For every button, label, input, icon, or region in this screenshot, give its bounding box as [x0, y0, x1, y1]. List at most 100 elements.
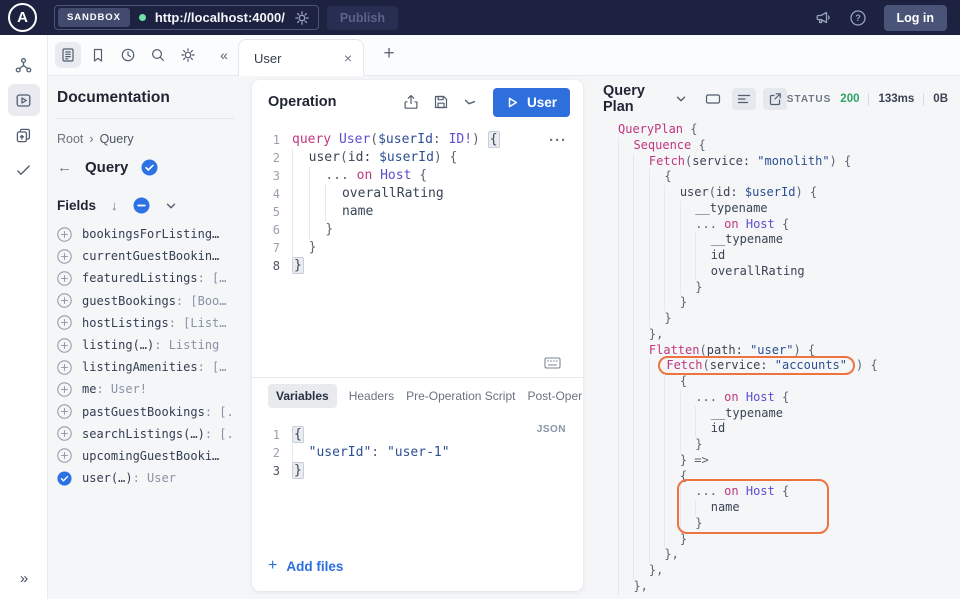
field-add-icon[interactable] [57, 448, 72, 463]
settings-tab-variables[interactable]: Variables [268, 384, 337, 408]
apollo-logo[interactable]: A [8, 3, 37, 32]
field-item[interactable]: currentGuestBookin… [57, 245, 244, 267]
code-line: id [618, 248, 960, 264]
field-item[interactable]: listingAmenities: [… [57, 356, 244, 378]
code-line: } [618, 532, 960, 548]
run-operation-button[interactable]: User [493, 88, 570, 117]
code-token: ( [340, 150, 348, 165]
code-token: user [309, 150, 340, 165]
field-add-icon[interactable] [57, 315, 72, 330]
field-item[interactable]: upcomingGuestBooki… [57, 445, 244, 467]
save-options-chevron-icon[interactable] [463, 96, 475, 108]
code-token: ... [695, 217, 724, 231]
publish-button[interactable]: Publish [327, 6, 398, 30]
field-item[interactable]: featuredListings: [… [57, 267, 244, 289]
schema-graph-icon[interactable] [8, 49, 40, 81]
back-arrow-icon[interactable]: ← [57, 159, 72, 176]
code-line: { [618, 169, 960, 185]
field-add-icon[interactable] [57, 227, 72, 242]
plan-highlight-oval: Fetch(service: "accounts" [658, 356, 855, 375]
fields-chevron-down-icon[interactable] [165, 200, 177, 212]
plan-diagram-view-icon[interactable] [701, 88, 725, 110]
code-token: ) [472, 132, 488, 147]
code-line: }, [618, 327, 960, 343]
field-add-icon[interactable] [57, 404, 72, 419]
query-plan-code: QueryPlan { Sequence { Fetch(service: "m… [595, 122, 960, 595]
code-line: __typename [618, 232, 960, 248]
field-add-icon[interactable] [57, 360, 72, 375]
deselect-all-fields-icon[interactable] [133, 197, 150, 214]
field-add-icon[interactable] [57, 382, 72, 397]
field-item[interactable]: me: User! [57, 378, 244, 400]
documentation-panel-icon[interactable] [55, 42, 81, 68]
keyboard-shortcuts-icon[interactable] [544, 357, 561, 369]
type-selected-check-icon[interactable] [141, 159, 158, 176]
expand-rail-icon[interactable]: » [0, 570, 48, 587]
field-item[interactable]: guestBookings: [Boo… [57, 290, 244, 312]
query-plan-title[interactable]: Query Plan [603, 83, 668, 115]
endpoint-url[interactable]: http://localhost:4000/ [155, 10, 285, 25]
field-add-icon[interactable] [57, 426, 72, 441]
connection-settings-gear-icon[interactable] [294, 10, 310, 26]
field-add-icon[interactable] [57, 338, 72, 353]
field-checked-icon[interactable] [57, 471, 72, 486]
response-view-chevron-icon[interactable] [675, 93, 687, 105]
operation-editor[interactable]: 12345678 query User($userId: ID!) { user… [252, 124, 583, 377]
code-token: ( [709, 185, 716, 199]
collapse-panel-icon[interactable]: « [214, 47, 234, 63]
editor-menu-dots-icon[interactable]: ··· [549, 132, 567, 149]
code-token [739, 217, 746, 231]
divider [868, 93, 869, 106]
sort-fields-icon[interactable]: ↓ [111, 198, 118, 213]
announcements-megaphone-icon[interactable] [814, 9, 832, 27]
open-external-icon[interactable] [763, 88, 787, 110]
help-icon[interactable]: ? [849, 9, 867, 27]
field-name: hostListings: [List… [82, 316, 227, 330]
line-number: 3 [252, 167, 280, 185]
explorer-settings-gear-icon[interactable] [175, 42, 201, 68]
svg-text:?: ? [855, 13, 861, 23]
add-files-button[interactable]: + Add files [268, 557, 343, 575]
settings-tab-post-oper[interactable]: Post-Oper [527, 389, 582, 403]
field-item[interactable]: user(…): User [57, 467, 244, 489]
variables-section[interactable]: JSON 123 { "userId": "user-1"} [252, 414, 583, 480]
share-operation-icon[interactable] [403, 94, 419, 110]
explorer-icon[interactable] [8, 84, 40, 116]
operation-collections-icon[interactable] [8, 119, 40, 151]
field-name: searchListings(…): [. [82, 427, 234, 441]
login-button[interactable]: Log in [884, 5, 948, 31]
field-item[interactable]: hostListings: [List… [57, 312, 244, 334]
operation-tab[interactable]: User × [238, 39, 364, 76]
field-add-icon[interactable] [57, 293, 72, 308]
code-line: Fetch(service: "monolith") { [618, 154, 960, 170]
history-icon[interactable] [115, 42, 141, 68]
save-operation-icon[interactable] [433, 94, 449, 110]
field-name: listing(…): Listing [82, 338, 219, 352]
checks-icon[interactable] [8, 154, 40, 186]
breadcrumb-root[interactable]: Root [57, 132, 83, 146]
field-add-icon[interactable] [57, 271, 72, 286]
code-line: user(id: $userId) { [292, 149, 583, 167]
plan-text-view-icon[interactable] [732, 88, 756, 110]
operation-panel-title: Operation [268, 94, 336, 110]
field-item[interactable]: searchListings(…): [. [57, 423, 244, 445]
code-line: } [618, 516, 960, 532]
field-item[interactable]: listing(…): Listing [57, 334, 244, 356]
settings-tab-pre-operation-script[interactable]: Pre-Operation Script [406, 389, 515, 403]
code-token: } [680, 532, 687, 546]
code-line: ... on Host { [618, 484, 960, 500]
endpoint-url-box[interactable]: SANDBOX http://localhost:4000/ [54, 5, 319, 30]
code-token [768, 358, 775, 372]
new-tab-icon[interactable]: + [378, 43, 400, 65]
code-token: QueryPlan [618, 122, 683, 136]
field-add-icon[interactable] [57, 249, 72, 264]
field-item[interactable]: pastGuestBookings: [. [57, 401, 244, 423]
settings-tab-headers[interactable]: Headers [349, 389, 394, 403]
breadcrumb-current[interactable]: Query [100, 132, 134, 146]
code-line: ... on Host { [292, 167, 583, 185]
close-tab-icon[interactable]: × [344, 50, 352, 66]
field-item[interactable]: bookingsForListing… [57, 223, 244, 245]
bookmarks-icon[interactable] [85, 42, 111, 68]
code-token: Host [746, 217, 775, 231]
search-icon[interactable] [145, 42, 171, 68]
